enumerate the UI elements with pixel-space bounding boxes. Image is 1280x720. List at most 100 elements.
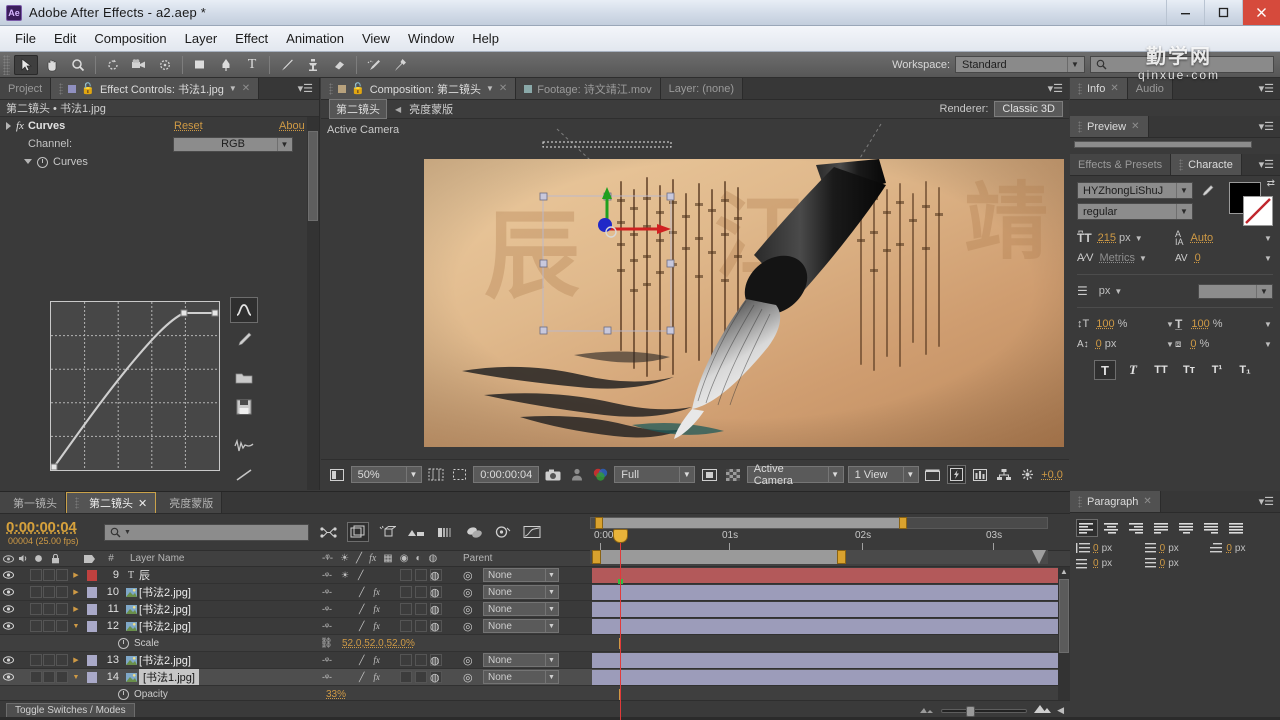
puppet-pin-tool-icon[interactable] <box>388 55 412 75</box>
frame-blend-switch[interactable] <box>400 654 412 666</box>
close-icon[interactable]: ✕ <box>242 83 250 94</box>
shy-switch[interactable]: -ᵠ- <box>322 655 332 665</box>
panel-menu-icon[interactable]: ▾☰ <box>1042 78 1069 99</box>
toggle-transparency-grid-icon[interactable] <box>327 465 347 484</box>
table-row[interactable]: ▶ 9 T 辰 -ᵠ- ☀ ╱ ◍ ◎ None ▼ <box>0 567 1070 584</box>
eraser-tool-icon[interactable] <box>327 55 351 75</box>
motion-blur-switch[interactable] <box>415 671 427 683</box>
parent-pickwhip[interactable]: ◎ <box>463 586 473 599</box>
vertical-scale-value[interactable]: 100 <box>1096 318 1114 330</box>
font-size-value[interactable]: 215 <box>1098 232 1116 244</box>
parent-pickwhip[interactable]: ◎ <box>463 654 473 667</box>
horizontal-scale-value[interactable]: 100 <box>1191 318 1209 330</box>
scrollbar-thumb[interactable] <box>1059 579 1069 653</box>
motion-blur-switch[interactable] <box>415 620 427 632</box>
parent-select[interactable]: None ▼ <box>483 585 559 599</box>
clone-stamp-tool-icon[interactable] <box>301 55 325 75</box>
property-value[interactable]: 52.0,52.0,52.0% <box>342 638 415 649</box>
region-preview-icon[interactable] <box>699 465 719 484</box>
tab-effects-presets[interactable]: Effects & Presets <box>1070 154 1172 175</box>
tab-layer[interactable]: Layer: (none) <box>660 78 744 99</box>
auto-keyframe-icon[interactable] <box>492 522 514 542</box>
zoom-tool-icon[interactable] <box>66 55 90 75</box>
lock-toggle[interactable] <box>56 569 68 581</box>
space-before-field[interactable]: 0 px <box>1076 558 1141 569</box>
composition-mini-flowchart-icon[interactable] <box>318 522 340 542</box>
curves-graph[interactable] <box>50 301 220 471</box>
eye-toggle[interactable] <box>0 656 16 664</box>
layer-name[interactable]: [书法2.jpg] <box>139 601 191 617</box>
superscript-button[interactable]: T¹ <box>1206 360 1228 380</box>
kerning-value[interactable]: Metrics <box>1100 252 1135 264</box>
layer-duration-bar[interactable] <box>592 653 1058 668</box>
quality-switch[interactable]: ╱ <box>359 621 364 632</box>
close-icon[interactable]: ✕ <box>1131 121 1139 132</box>
eye-toggle[interactable] <box>0 588 16 596</box>
panel-menu-icon[interactable]: ▾☰ <box>1253 154 1280 175</box>
disclosure-triangle-icon[interactable]: ▼ <box>69 623 83 630</box>
tab-comp-1[interactable]: 第一镜头 <box>0 492 66 513</box>
audio-toggle[interactable] <box>30 654 42 666</box>
tab-comp-3[interactable]: 亮度蒙版 <box>156 492 223 513</box>
font-style-select[interactable]: regular ▼ <box>1077 203 1193 220</box>
work-area-start-handle[interactable] <box>595 517 603 529</box>
chevron-down-icon[interactable]: ▼ <box>1263 340 1273 349</box>
align-right-button[interactable] <box>1126 519 1148 537</box>
graph-editor-icon[interactable] <box>521 522 543 542</box>
table-row[interactable]: ▼ 12 [书法2.jpg] -ᵠ- ╱ fx ◍ ◎ None ▼ <box>0 618 1070 635</box>
chevron-down-icon[interactable]: ▼ <box>1138 254 1148 263</box>
rotation-tool-icon[interactable] <box>101 55 125 75</box>
disclosure-triangle-icon[interactable] <box>24 158 32 168</box>
eye-toggle[interactable] <box>0 605 16 613</box>
stopwatch-icon[interactable] <box>37 156 48 168</box>
property-row[interactable]: Scale ⛓ 52.0,52.0,52.0% <box>0 635 1070 652</box>
pen-tool-icon[interactable] <box>214 55 238 75</box>
pixel-aspect-correction-icon[interactable] <box>923 465 943 484</box>
breadcrumb-comp[interactable]: 第二镜头 <box>329 99 387 119</box>
chevron-down-icon[interactable]: ▼ <box>1165 340 1175 349</box>
scrollbar-thumb[interactable] <box>308 131 318 221</box>
layer-label-color[interactable] <box>87 620 97 632</box>
effects-switch[interactable]: fx <box>373 655 380 665</box>
channel-rgb-icon[interactable] <box>591 465 611 484</box>
brainstorm-icon[interactable] <box>463 522 485 542</box>
pencil-tool-icon[interactable] <box>230 326 258 352</box>
motion-blur-switch[interactable] <box>415 603 427 615</box>
current-timecode[interactable]: 0:00:00:04 <box>6 519 79 536</box>
workspace-select[interactable]: Standard ▼ <box>955 56 1085 73</box>
motion-blur-switch[interactable] <box>415 569 427 581</box>
pan-behind-tool-icon[interactable] <box>153 55 177 75</box>
shy-switch[interactable]: -ᵠ- <box>322 587 332 597</box>
fast-preview-icon[interactable] <box>946 465 967 484</box>
tab-audio[interactable]: Audio <box>1127 78 1173 99</box>
swap-colors-icon[interactable]: ⇄ <box>1267 178 1275 189</box>
parent-select[interactable]: None ▼ <box>483 602 559 616</box>
parent-pickwhip[interactable]: ◎ <box>463 620 473 633</box>
camera-tool-icon[interactable] <box>127 55 151 75</box>
unlock-icon[interactable]: 🔓 <box>351 82 365 95</box>
roto-brush-tool-icon[interactable] <box>362 55 386 75</box>
close-button[interactable] <box>1242 0 1280 25</box>
rectangle-tool-icon[interactable] <box>188 55 212 75</box>
space-after-value[interactable]: 0 <box>1160 558 1166 569</box>
brush-tool-icon[interactable] <box>275 55 299 75</box>
menu-item-composition[interactable]: Composition <box>85 29 175 48</box>
menu-item-effect[interactable]: Effect <box>226 29 277 48</box>
faux-italic-button[interactable]: T <box>1122 360 1144 380</box>
layer-name-column-header[interactable]: Layer Name <box>122 553 184 564</box>
text-color-swatches[interactable]: ⇄ <box>1221 178 1275 226</box>
parent-pickwhip[interactable]: ◎ <box>463 603 473 616</box>
frame-blend-switch[interactable] <box>400 569 412 581</box>
scroll-up-icon[interactable]: ▲ <box>1059 567 1069 577</box>
channel-select[interactable]: RGB ▼ <box>173 136 293 152</box>
leading-value[interactable]: Auto <box>1191 232 1214 244</box>
shy-switch[interactable]: -ᵠ- <box>322 570 332 580</box>
work-area-bar[interactable] <box>590 517 1048 529</box>
hide-shy-layers-icon[interactable] <box>376 522 398 542</box>
transparency-checker-icon[interactable] <box>723 465 743 484</box>
small-caps-button[interactable]: Tᴛ <box>1178 360 1200 380</box>
justify-last-right-button[interactable] <box>1201 519 1223 537</box>
audio-toggle[interactable] <box>30 569 42 581</box>
view-layout-select[interactable]: 1 View ▼ <box>847 466 919 483</box>
audio-toggle[interactable] <box>30 671 42 683</box>
